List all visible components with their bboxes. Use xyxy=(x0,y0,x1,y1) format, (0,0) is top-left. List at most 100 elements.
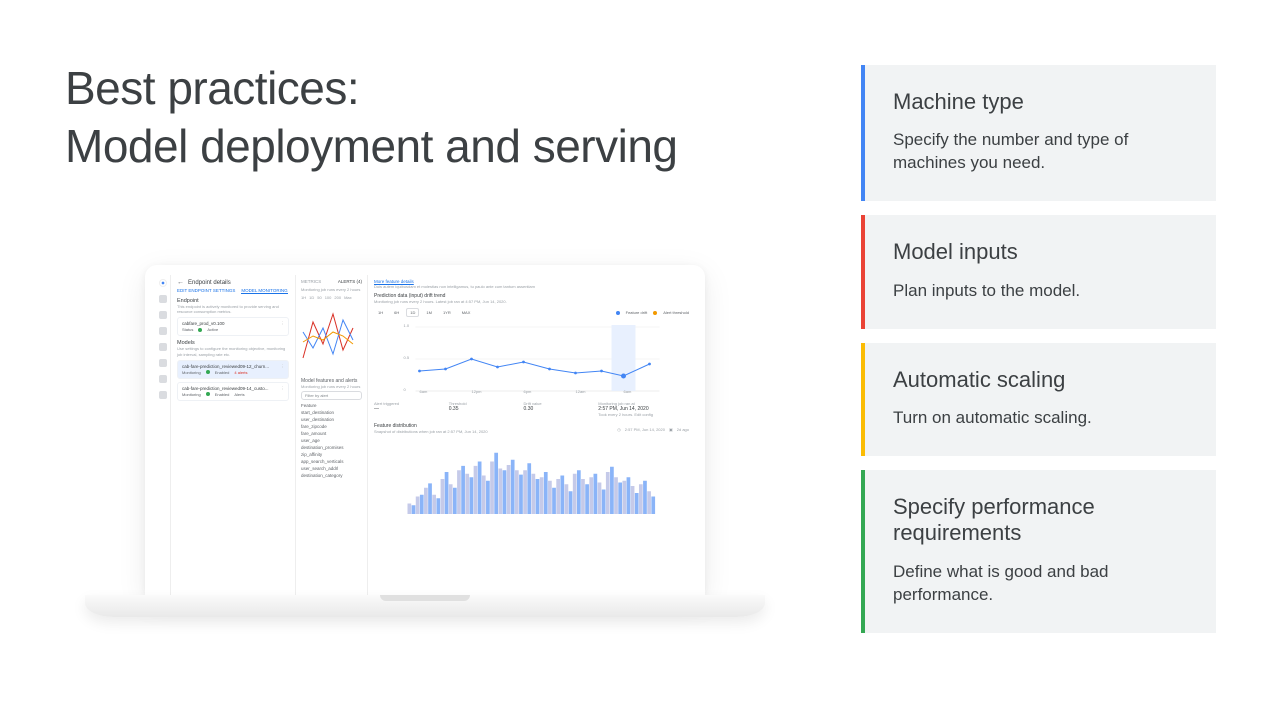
feature-item[interactable]: fare_zipcode xyxy=(301,423,362,430)
more-icon[interactable]: ⋮ xyxy=(281,364,286,370)
info-cards: Machine type Specify the number and type… xyxy=(861,65,1216,633)
model-mon-label: Monitoring xyxy=(182,392,201,397)
drift-trend-chart: 1.0 0.5 0 xyxy=(374,319,689,395)
model-enabled: Enabled xyxy=(215,370,230,375)
status-label: Status xyxy=(182,327,193,332)
time-tab[interactable]: 1H xyxy=(374,308,387,317)
mini-metrics-chart xyxy=(301,302,363,372)
nav-icon[interactable] xyxy=(159,295,167,303)
distribution-timestamp: 2:57 PM, Jun 14, 2020 xyxy=(625,427,665,432)
card-machine-type: Machine type Specify the number and type… xyxy=(861,65,1216,201)
card-title: Machine type xyxy=(893,89,1188,115)
back-arrow-icon[interactable] xyxy=(177,279,184,286)
nav-icon[interactable] xyxy=(159,327,167,335)
main-panel: More feature details Duis autem iquibusd… xyxy=(368,275,695,595)
svg-text:0: 0 xyxy=(404,387,407,392)
card-body: Turn on automatic scaling. xyxy=(893,407,1188,430)
feature-item[interactable]: app_search_verticals xyxy=(301,458,362,465)
models-section-sub: Use settings to configure the monitoring… xyxy=(177,346,289,356)
card-body: Define what is good and bad performance. xyxy=(893,561,1188,607)
time-tab[interactable]: 1YR xyxy=(439,308,455,317)
product-logo-icon xyxy=(159,279,167,287)
legend-dot-icon xyxy=(653,311,657,315)
model-alerts: Alerts xyxy=(234,392,244,397)
page-header: Endpoint details xyxy=(188,280,231,286)
card-performance-requirements: Specify performance requirements Define … xyxy=(861,470,1216,633)
svg-text:12am: 12am xyxy=(576,389,587,394)
endpoint-section-sub: This endpoint is actively monitored to p… xyxy=(177,304,289,314)
feature-item[interactable]: user_destination xyxy=(301,416,362,423)
metric-value: 0.35 xyxy=(449,406,514,412)
model-name: cab-fare-prediction_reviewed09-14_custo.… xyxy=(182,386,284,391)
model-row[interactable]: cab-fare-prediction_reviewed09-14_custo.… xyxy=(177,382,289,401)
more-icon[interactable]: ⋮ xyxy=(281,386,286,392)
laptop-mockup: Endpoint details EDIT ENDPOINT SETTINGS … xyxy=(75,265,775,617)
status-dot-icon xyxy=(206,370,210,374)
mini-time-ticks: 1H1D50100200Max xyxy=(301,295,362,300)
svg-text:6am: 6am xyxy=(624,389,632,394)
feature-item[interactable]: fare_amount xyxy=(301,430,362,437)
status-value: Active xyxy=(207,327,218,332)
model-name: cab-fare-prediction_reviewed09-12_churn.… xyxy=(182,364,284,369)
laptop-base xyxy=(85,595,765,617)
cube-icon: ▣ xyxy=(669,427,673,432)
svg-text:6am: 6am xyxy=(420,389,428,394)
card-automatic-scaling: Automatic scaling Turn on automatic scal… xyxy=(861,343,1216,456)
feature-item[interactable]: destination_promises xyxy=(301,444,362,451)
svg-text:0.5: 0.5 xyxy=(404,355,410,360)
endpoint-card[interactable]: cabfare_prod_v0.100 Status Active ⋮ xyxy=(177,317,289,336)
metric-sub: Took every 2 hours. Edit config xyxy=(598,412,689,417)
feature-distribution-chart xyxy=(374,436,689,514)
time-range-tabs: 1H 6H 1D 1M 1YR MAX xyxy=(374,308,474,317)
more-icon[interactable]: ⋮ xyxy=(281,321,286,327)
time-tab[interactable]: 1M xyxy=(422,308,436,317)
drift-metrics-row: Alert triggered — Threshold 0.35 Drift v… xyxy=(374,401,689,417)
time-tab[interactable]: 6H xyxy=(390,308,403,317)
time-tab[interactable]: MAX xyxy=(458,308,475,317)
feature-item[interactable]: destination_category xyxy=(301,472,362,479)
filter-by-alert-button[interactable]: Filter by alert xyxy=(301,391,362,400)
nav-icon[interactable] xyxy=(159,375,167,383)
metrics-tab[interactable]: METRICS xyxy=(301,279,321,284)
breadcrumb-sub: Duis autem iquibusdam et molestias non i… xyxy=(374,284,689,289)
model-enabled: Enabled xyxy=(215,392,230,397)
nav-icon[interactable] xyxy=(159,311,167,319)
dashboard: Endpoint details EDIT ENDPOINT SETTINGS … xyxy=(155,275,695,595)
time-tab[interactable]: 1D xyxy=(406,308,419,317)
status-dot-icon xyxy=(198,328,202,332)
legend-feature: Feature drift xyxy=(626,310,648,315)
metrics-panel: METRICS ALERTS (4) Monitoring job runs e… xyxy=(296,275,368,595)
feature-item[interactable]: zip_affinity xyxy=(301,451,362,458)
drift-chart-sub: Monitoring job runs every 2 hours. Lates… xyxy=(374,299,689,304)
distribution-ago: 2d ago xyxy=(677,427,689,432)
feature-item[interactable]: user_age xyxy=(301,437,362,444)
card-model-inputs: Model inputs Plan inputs to the model. xyxy=(861,215,1216,328)
model-features-sub: Monitoring job runs every 2 hours xyxy=(301,384,362,389)
model-row-selected[interactable]: cab-fare-prediction_reviewed09-12_churn.… xyxy=(177,360,289,379)
card-title: Specify performance requirements xyxy=(893,494,1188,547)
tab-edit-settings[interactable]: EDIT ENDPOINT SETTINGS xyxy=(177,288,235,294)
nav-rail xyxy=(155,275,171,595)
card-body: Specify the number and type of machines … xyxy=(893,129,1188,175)
metric-value: — xyxy=(374,406,439,412)
model-mon-label: Monitoring xyxy=(182,370,201,375)
nav-icon[interactable] xyxy=(159,343,167,351)
svg-text:1.0: 1.0 xyxy=(404,323,410,328)
distribution-sub: Snapshot of distributions when job ran a… xyxy=(374,429,488,434)
nav-icon[interactable] xyxy=(159,359,167,367)
alerts-tab[interactable]: ALERTS (4) xyxy=(338,279,362,284)
feature-item[interactable]: start_destination xyxy=(301,409,362,416)
nav-icon[interactable] xyxy=(159,391,167,399)
tab-model-monitoring[interactable]: MODEL MONITORING xyxy=(241,288,287,294)
svg-text:6pm: 6pm xyxy=(524,389,532,394)
feature-item[interactable]: Feature xyxy=(301,402,362,409)
laptop-screen: Endpoint details EDIT ENDPOINT SETTINGS … xyxy=(145,265,705,595)
card-title: Model inputs xyxy=(893,239,1188,265)
legend-threshold: Alert threshold xyxy=(663,310,689,315)
endpoint-name: cabfare_prod_v0.100 xyxy=(182,321,284,326)
card-title: Automatic scaling xyxy=(893,367,1188,393)
metrics-sub: Monitoring job runs every 2 hours xyxy=(301,287,362,292)
chart-legend: Feature drift Alert threshold xyxy=(616,310,689,315)
feature-item[interactable]: user_search_addrl xyxy=(301,465,362,472)
left-panel: Endpoint details EDIT ENDPOINT SETTINGS … xyxy=(171,275,296,595)
